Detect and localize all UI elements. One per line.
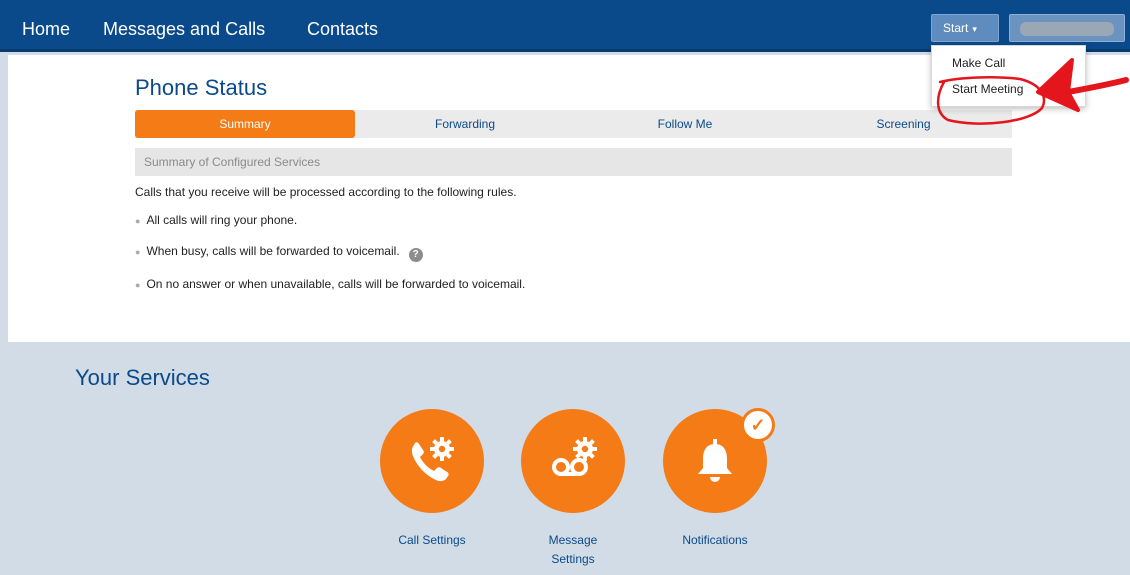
service-call-settings[interactable]: Call Settings bbox=[372, 409, 492, 550]
start-dropdown-menu: Make Call Start Meeting bbox=[931, 45, 1086, 107]
start-dropdown-button[interactable]: Start ▾ bbox=[931, 14, 999, 42]
bell-icon bbox=[698, 439, 732, 482]
tab-forwarding[interactable]: Forwarding bbox=[355, 110, 575, 138]
tab-summary[interactable]: Summary bbox=[135, 110, 355, 138]
voicemail-gear-icon bbox=[552, 437, 597, 476]
phone-gear-icon bbox=[411, 437, 454, 482]
check-icon: ✓ bbox=[750, 415, 766, 435]
service-label: Notifications bbox=[682, 533, 748, 547]
check-badge: ✓ bbox=[741, 408, 775, 442]
message-settings-circle bbox=[521, 409, 625, 513]
rule-text: On no answer or when unavailable, calls … bbox=[146, 277, 526, 291]
services-title: Your Services bbox=[75, 365, 210, 390]
menu-item-start-meeting[interactable]: Start Meeting bbox=[952, 82, 1023, 96]
start-button-label: Start bbox=[943, 21, 969, 35]
service-label: Message Settings bbox=[548, 533, 598, 566]
rule-item: ● When busy, calls will be forwarded to v… bbox=[135, 242, 423, 262]
nav-messages-and-calls[interactable]: Messages and Calls bbox=[103, 0, 265, 52]
tab-bar: Summary Forwarding Follow Me Screening bbox=[135, 110, 1012, 138]
bullet-icon: ● bbox=[135, 247, 141, 257]
service-message-settings[interactable]: Message Settings bbox=[513, 409, 633, 569]
bullet-icon: ● bbox=[135, 280, 141, 290]
notifications-circle: ✓ bbox=[663, 408, 775, 513]
nav-contacts[interactable]: Contacts bbox=[307, 0, 378, 52]
user-menu-button[interactable] bbox=[1009, 14, 1125, 42]
rule-item: ● All calls will ring your phone. bbox=[135, 211, 297, 229]
intro-text: Calls that you receive will be processed… bbox=[135, 185, 517, 199]
bullet-icon: ● bbox=[135, 216, 141, 226]
page-title: Phone Status bbox=[135, 75, 268, 100]
service-label: Call Settings bbox=[398, 533, 466, 547]
rule-item: ● On no answer or when unavailable, calls… bbox=[135, 275, 525, 293]
section-header: Summary of Configured Services bbox=[135, 148, 1012, 176]
rule-text: All calls will ring your phone. bbox=[146, 213, 298, 227]
caret-down-icon: ▾ bbox=[972, 24, 977, 34]
tab-follow-me[interactable]: Follow Me bbox=[575, 110, 795, 138]
call-settings-circle bbox=[380, 409, 484, 513]
menu-item-make-call[interactable]: Make Call bbox=[952, 56, 1005, 70]
rule-text: When busy, calls will be forwarded to vo… bbox=[146, 244, 400, 258]
nav-home[interactable]: Home bbox=[22, 0, 70, 52]
service-notifications[interactable]: ✓ Notifications bbox=[655, 408, 775, 550]
help-icon[interactable]: ? bbox=[408, 248, 423, 262]
redacted-username bbox=[1020, 22, 1114, 36]
tab-screening[interactable]: Screening bbox=[795, 110, 1012, 138]
